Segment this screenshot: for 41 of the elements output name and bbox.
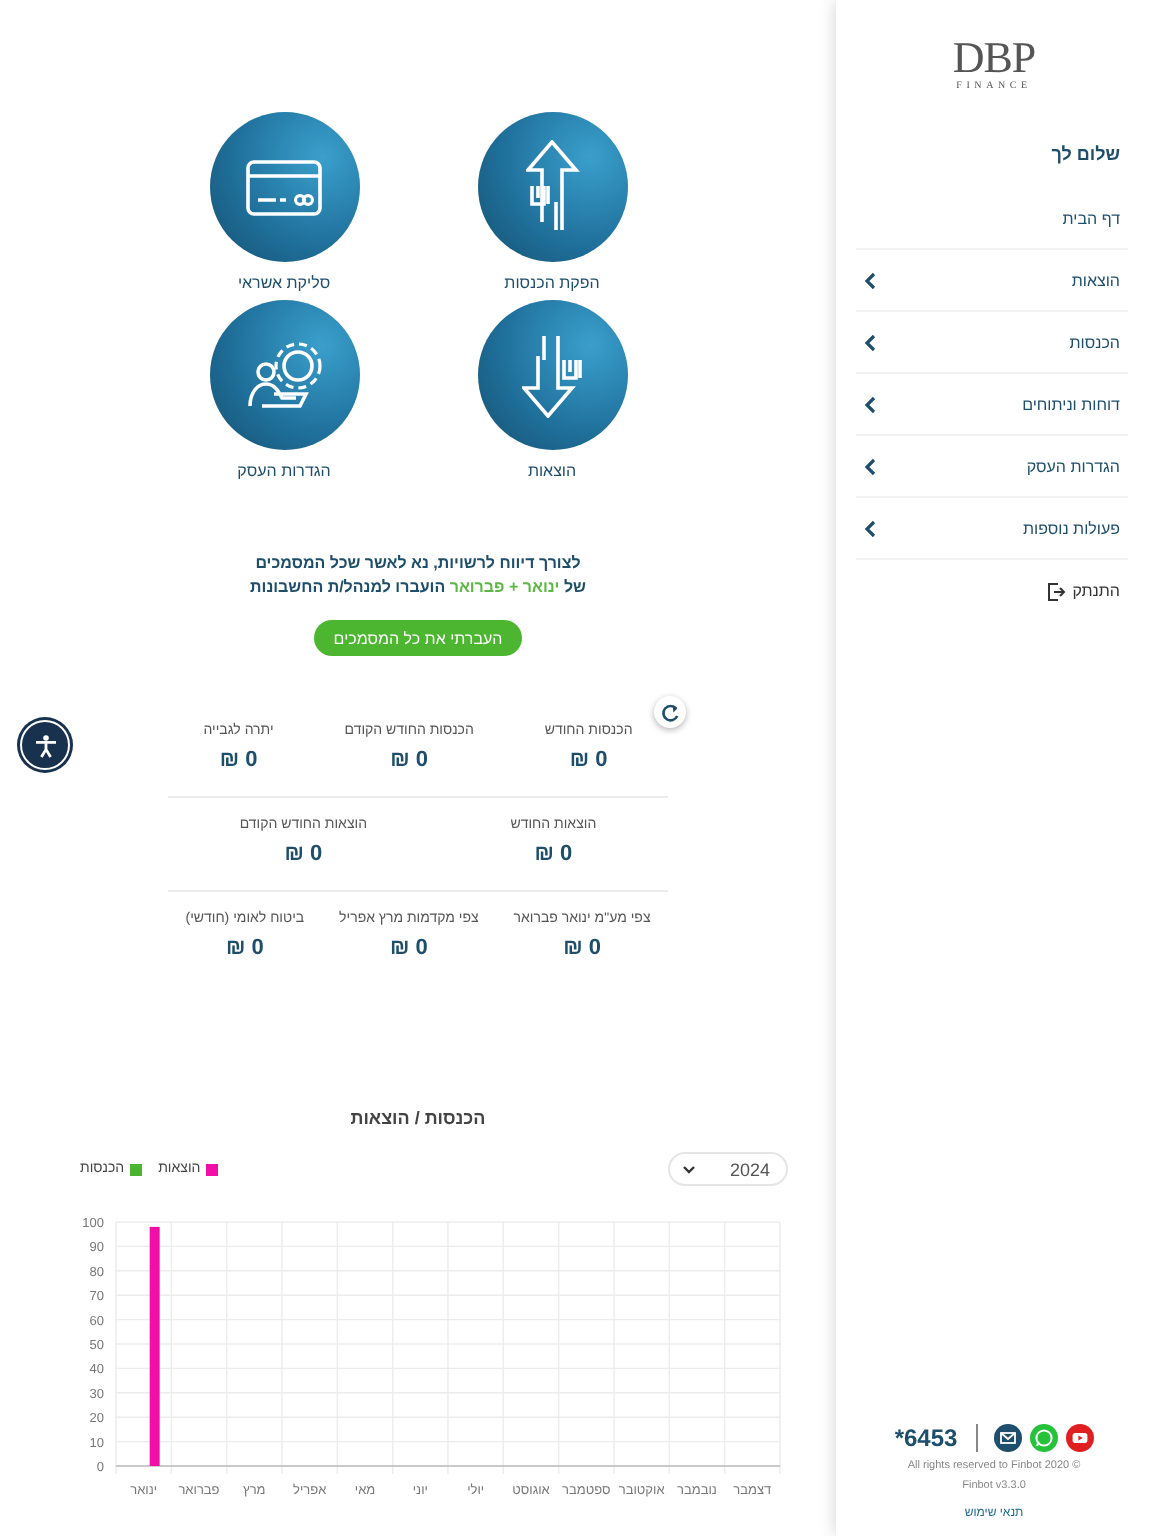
stat-value: 0 ₪ [390, 748, 429, 772]
stat-value: 0 ₪ [563, 936, 601, 960]
stat-value: 0 ₪ [284, 842, 323, 866]
arrow-up-shekel-icon [525, 140, 579, 234]
greeting-text: שלום לך [1049, 144, 1122, 164]
credit-card-icon [246, 159, 322, 215]
nav-item[interactable]: הוצאות [856, 250, 1128, 312]
accessibility-icon [33, 733, 57, 757]
shortcut-label[interactable]: הפקת הכנסות [504, 274, 600, 292]
logout-link[interactable]: התנתק [836, 560, 1152, 622]
chevron-icon [864, 271, 876, 289]
chart-title: הכנסות / הוצאות [350, 1108, 486, 1128]
refresh-icon [659, 701, 681, 723]
chevron-icon [864, 333, 876, 351]
stat-value: 0 ₪ [225, 936, 264, 960]
shortcut-label[interactable]: סליקת אשראי [237, 274, 331, 292]
chevron-icon [864, 395, 876, 413]
accessibility-button[interactable] [20, 720, 70, 770]
chevron-icon [864, 457, 876, 475]
chevron-icon [864, 519, 876, 537]
stat-value: 0 ₪ [534, 842, 573, 866]
chevron-down-icon [682, 1164, 696, 1174]
email-icon[interactable] [993, 1424, 1022, 1452]
phone-number: *6453 [894, 1424, 958, 1452]
youtube-icon[interactable] [1065, 1424, 1094, 1452]
nav-item[interactable]: הכנסות [856, 312, 1128, 374]
stat-value: 0 ₪ [569, 748, 608, 772]
gear-person-icon [247, 342, 321, 408]
nav-item[interactable]: דף הבית [856, 188, 1128, 250]
stat-value: 0 ₪ [389, 936, 428, 960]
stat-value: 0 ₪ [219, 748, 258, 772]
year-dropdown[interactable]: 2024 [668, 1152, 788, 1186]
refresh-button[interactable] [654, 696, 686, 728]
shortcut-label[interactable]: הגדרות העסק [237, 462, 331, 480]
nav-item[interactable]: דוחות וניתוחים [856, 374, 1128, 436]
nav-item[interactable]: פעולות נוספות [856, 498, 1128, 560]
arrow-down-shekel-icon [522, 333, 582, 417]
notice-text: לצורך דיווח לרשויות, נא לאשר שכל המסמכים של ינואר + פברואר הועברו למנהל/ת החשבונות [248, 552, 588, 600]
logout-icon [1046, 581, 1067, 601]
nav-item[interactable]: הגדרות העסק [856, 436, 1128, 498]
shortcut-label[interactable]: הוצאות [527, 462, 577, 480]
